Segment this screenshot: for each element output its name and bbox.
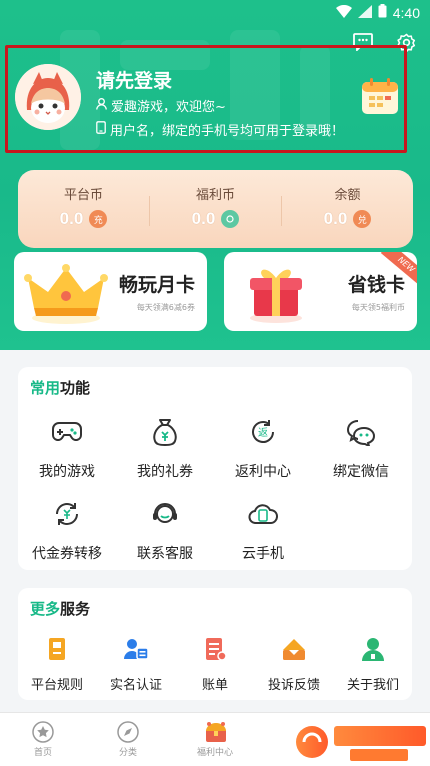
platform-rules-label: 平台规则 (30, 678, 83, 693)
welcome-label: 爱趣游戏，欢迎您~ (111, 100, 226, 115)
cloud-phone-label: 云手机 (242, 546, 284, 562)
tab-category[interactable]: 分类 (98, 721, 158, 758)
wallet-balance[interactable]: 余额 0.0 兑 (282, 170, 413, 248)
bind-wechat-item[interactable]: 绑定微信 (312, 415, 410, 481)
login-prompt-title[interactable]: 请先登录 (96, 66, 172, 93)
exchange-coin-icon[interactable]: 兑 (353, 210, 372, 228)
user-icon (96, 97, 107, 114)
monthly-card-subtitle: 每天领满6减6券 (136, 303, 195, 312)
wallet-label: 平台币 (63, 188, 103, 203)
login-hint: 用户名，绑定的手机号均可用于登录哦！ (96, 120, 344, 139)
customer-service-label: 联系客服 (137, 546, 193, 562)
title-rest: 功能 (60, 379, 91, 397)
saver-card-subtitle: 每天领5福利币 (351, 303, 405, 312)
cloud-phone-icon (246, 497, 280, 531)
my-coupons-label: 我的礼券 (137, 464, 193, 480)
wifi-icon (335, 4, 352, 22)
treasure-chest-icon (204, 721, 226, 743)
cloud-phone-item[interactable]: 云手机 (214, 497, 312, 563)
real-name-auth-item[interactable]: 实名认证 (97, 636, 175, 693)
about-person-icon (360, 636, 386, 662)
tab-home-label: 首页 (33, 748, 52, 758)
signal-icon (357, 4, 372, 22)
monthly-card-title: 畅玩月卡 (118, 274, 195, 296)
my-coupons-item[interactable]: 我的礼券 (116, 415, 214, 481)
welfare-coin-icon (221, 210, 240, 228)
voucher-transfer-icon (50, 497, 84, 531)
avatar[interactable] (15, 64, 81, 130)
rebate-center-label: 返利中心 (235, 464, 291, 480)
more-services-title: 更多服务 (30, 598, 90, 619)
calendar-checkin-icon[interactable] (360, 76, 400, 116)
login-hint-label: 用户名，绑定的手机号均可用于登录哦！ (110, 124, 345, 139)
more-services-panel: 更多服务 平台规则 实名认证 账单 投诉反馈 关于我们 (18, 588, 412, 700)
common-functions-title: 常用功能 (30, 377, 90, 398)
tab-welfare-label: 福利中心 (196, 748, 233, 758)
id-card-icon (123, 636, 149, 662)
feedback-icon (281, 636, 307, 662)
about-us-item[interactable]: 关于我们 (334, 636, 412, 693)
title-accent: 更多 (30, 600, 61, 618)
status-bar: 4:40 (0, 0, 430, 26)
compass-icon (117, 721, 139, 743)
wallet-platform-coin[interactable]: 平台币 0.0 充 (18, 170, 149, 248)
status-time: 4:40 (392, 5, 420, 21)
welcome-text: 爱趣游戏，欢迎您~ (96, 96, 226, 115)
real-name-auth-label: 实名认证 (109, 678, 162, 693)
money-bag-icon (148, 415, 182, 449)
title-rest: 服务 (60, 600, 91, 618)
customer-service-item[interactable]: 联系客服 (116, 497, 214, 563)
wechat-icon (344, 415, 378, 449)
bill-icon (202, 636, 228, 662)
crown-icon (24, 262, 108, 330)
recharge-coin-icon[interactable]: 充 (89, 210, 108, 228)
rules-book-icon (44, 636, 70, 662)
tab-home[interactable]: 首页 (13, 721, 73, 758)
monthly-card[interactable]: 畅玩月卡 每天领满6减6券 (14, 252, 207, 331)
wallet-label: 福利币 (195, 188, 235, 203)
wallet-value: 0.0 (323, 209, 348, 228)
wallet-summary: 平台币 0.0 充 福利币 0.0 余额 0.0 兑 (18, 170, 413, 248)
platform-rules-item[interactable]: 平台规则 (18, 636, 96, 693)
saver-card[interactable]: NEW 省钱卡 每天领5福利币 (224, 252, 417, 331)
bills-label: 账单 (201, 678, 228, 693)
my-games-label: 我的游戏 (39, 464, 95, 480)
bills-item[interactable]: 账单 (176, 636, 254, 693)
gamepad-icon (50, 415, 84, 449)
wallet-value: 0.0 (59, 209, 84, 228)
feedback-label: 投诉反馈 (267, 678, 320, 693)
tab-welfare[interactable]: 福利中心 (185, 721, 245, 758)
about-us-label: 关于我们 (346, 678, 399, 693)
watermark-logo (290, 716, 430, 766)
wallet-value: 0.0 (191, 209, 216, 228)
bind-wechat-label: 绑定微信 (333, 464, 389, 480)
gift-box-icon (246, 262, 306, 328)
home-star-icon (32, 721, 54, 743)
wallet-welfare-coin[interactable]: 福利币 0.0 (150, 170, 281, 248)
rebate-center-item[interactable]: 返 返利中心 (214, 415, 312, 481)
wallet-label: 余额 (334, 188, 361, 203)
title-accent: 常用 (30, 379, 61, 397)
phone-icon (96, 121, 106, 138)
voucher-transfer-item[interactable]: 代金券转移 (18, 497, 116, 563)
feedback-item[interactable]: 投诉反馈 (255, 636, 333, 693)
tab-category-label: 分类 (118, 748, 137, 758)
battery-icon (378, 4, 387, 22)
customer-service-icon (148, 497, 182, 531)
svg-text:返: 返 (258, 427, 268, 439)
voucher-transfer-label: 代金券转移 (32, 546, 102, 562)
my-games-item[interactable]: 我的游戏 (18, 415, 116, 481)
rebate-icon: 返 (246, 415, 280, 449)
common-functions-panel: 常用功能 我的游戏 我的礼券 返 返利中心 绑定微信 代金券转移 联系客服 云手… (18, 367, 412, 570)
saver-card-title: 省钱卡 (347, 274, 405, 296)
